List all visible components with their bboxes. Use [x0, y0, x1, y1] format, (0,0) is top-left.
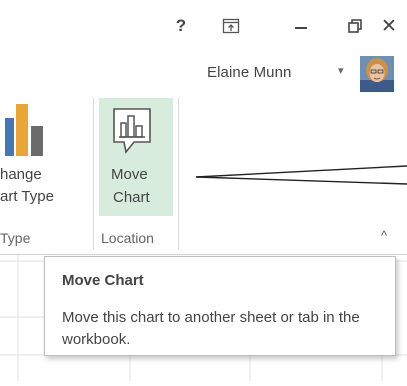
avatar[interactable] — [360, 56, 394, 92]
restore-window-icon — [348, 19, 362, 33]
collapse-ribbon-icon[interactable]: ^ — [381, 228, 387, 243]
close-button[interactable]: ✕ — [374, 14, 404, 38]
help-button[interactable]: ? — [166, 14, 196, 38]
move-chart-icon — [113, 108, 151, 154]
ribbon-display-options-button[interactable] — [216, 14, 246, 38]
change-chart-type-icon — [5, 104, 43, 156]
ribbon — [0, 96, 407, 255]
location-group-label: Location — [101, 230, 154, 246]
group-divider — [93, 98, 94, 250]
user-name[interactable]: Elaine Munn — [207, 64, 292, 81]
ribbon-display-options-icon — [222, 18, 240, 34]
type-group-label: Type — [0, 230, 31, 246]
move-chart-label-line1: Move — [111, 166, 148, 183]
tooltip-description: Move this chart to another sheet or tab … — [62, 309, 360, 348]
chevron-down-icon[interactable]: ▾ — [338, 64, 344, 77]
change-chart-type-label-line1: hange — [0, 166, 42, 183]
close-icon: ✕ — [381, 15, 397, 37]
move-chart-label-line2: Chart — [113, 189, 150, 206]
tooltip-title: Move Chart — [62, 272, 144, 289]
change-chart-type-label-line2: art Type — [0, 188, 54, 205]
title-bar: ? ✕ — [0, 0, 407, 60]
group-divider — [178, 98, 179, 250]
minimize-button[interactable] — [286, 14, 316, 38]
restore-window-button[interactable] — [340, 14, 370, 38]
minimize-icon — [295, 27, 307, 29]
move-chart-tooltip: Move Chart Move this chart to another sh… — [44, 256, 396, 356]
question-icon: ? — [175, 16, 187, 35]
